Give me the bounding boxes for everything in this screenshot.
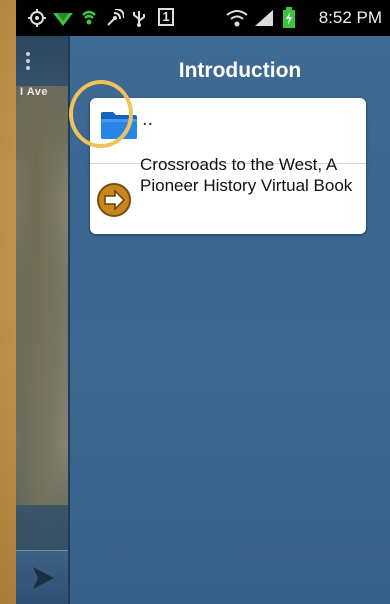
- play-arrow-icon: [33, 567, 54, 589]
- parent-folder-label: ..: [142, 108, 154, 130]
- arrow-circle-icon: [97, 183, 131, 217]
- map-expand-button[interactable]: [16, 550, 68, 604]
- usb-icon: [133, 11, 145, 27]
- cell-signal-icon: [255, 10, 273, 26]
- map-header: [16, 36, 68, 86]
- status-time: 8:52 PM: [318, 8, 382, 27]
- book-title: Crossroads to the West, A Pioneer Histor…: [140, 155, 353, 195]
- map-water-area: [16, 505, 68, 550]
- panel-title: Introduction: [178, 59, 302, 82]
- notification-badge: 1: [162, 9, 170, 24]
- item-list: .. Crossroads to the West, A Pioneer His…: [90, 98, 366, 234]
- notification-1-icon: 1: [158, 8, 174, 26]
- introduction-panel: Introduction .. Crossroads to the West, …: [68, 36, 390, 604]
- drawer-grip-handle[interactable]: [26, 52, 30, 72]
- folder-icon: [101, 112, 137, 139]
- gps-icon: [28, 9, 46, 27]
- battery-charging-icon: [283, 7, 295, 28]
- wifi-signal-icon: [53, 13, 73, 26]
- wifi-icon: [226, 10, 248, 27]
- status-bar: 1 8:52 PM: [16, 0, 390, 36]
- map-road-label: I Ave: [20, 86, 48, 98]
- sync-icon: [82, 10, 96, 25]
- phone-screen: 1 8:52 PM I Ave Introduction .. Crossroa…: [16, 0, 390, 604]
- nfc-icon: [107, 9, 124, 26]
